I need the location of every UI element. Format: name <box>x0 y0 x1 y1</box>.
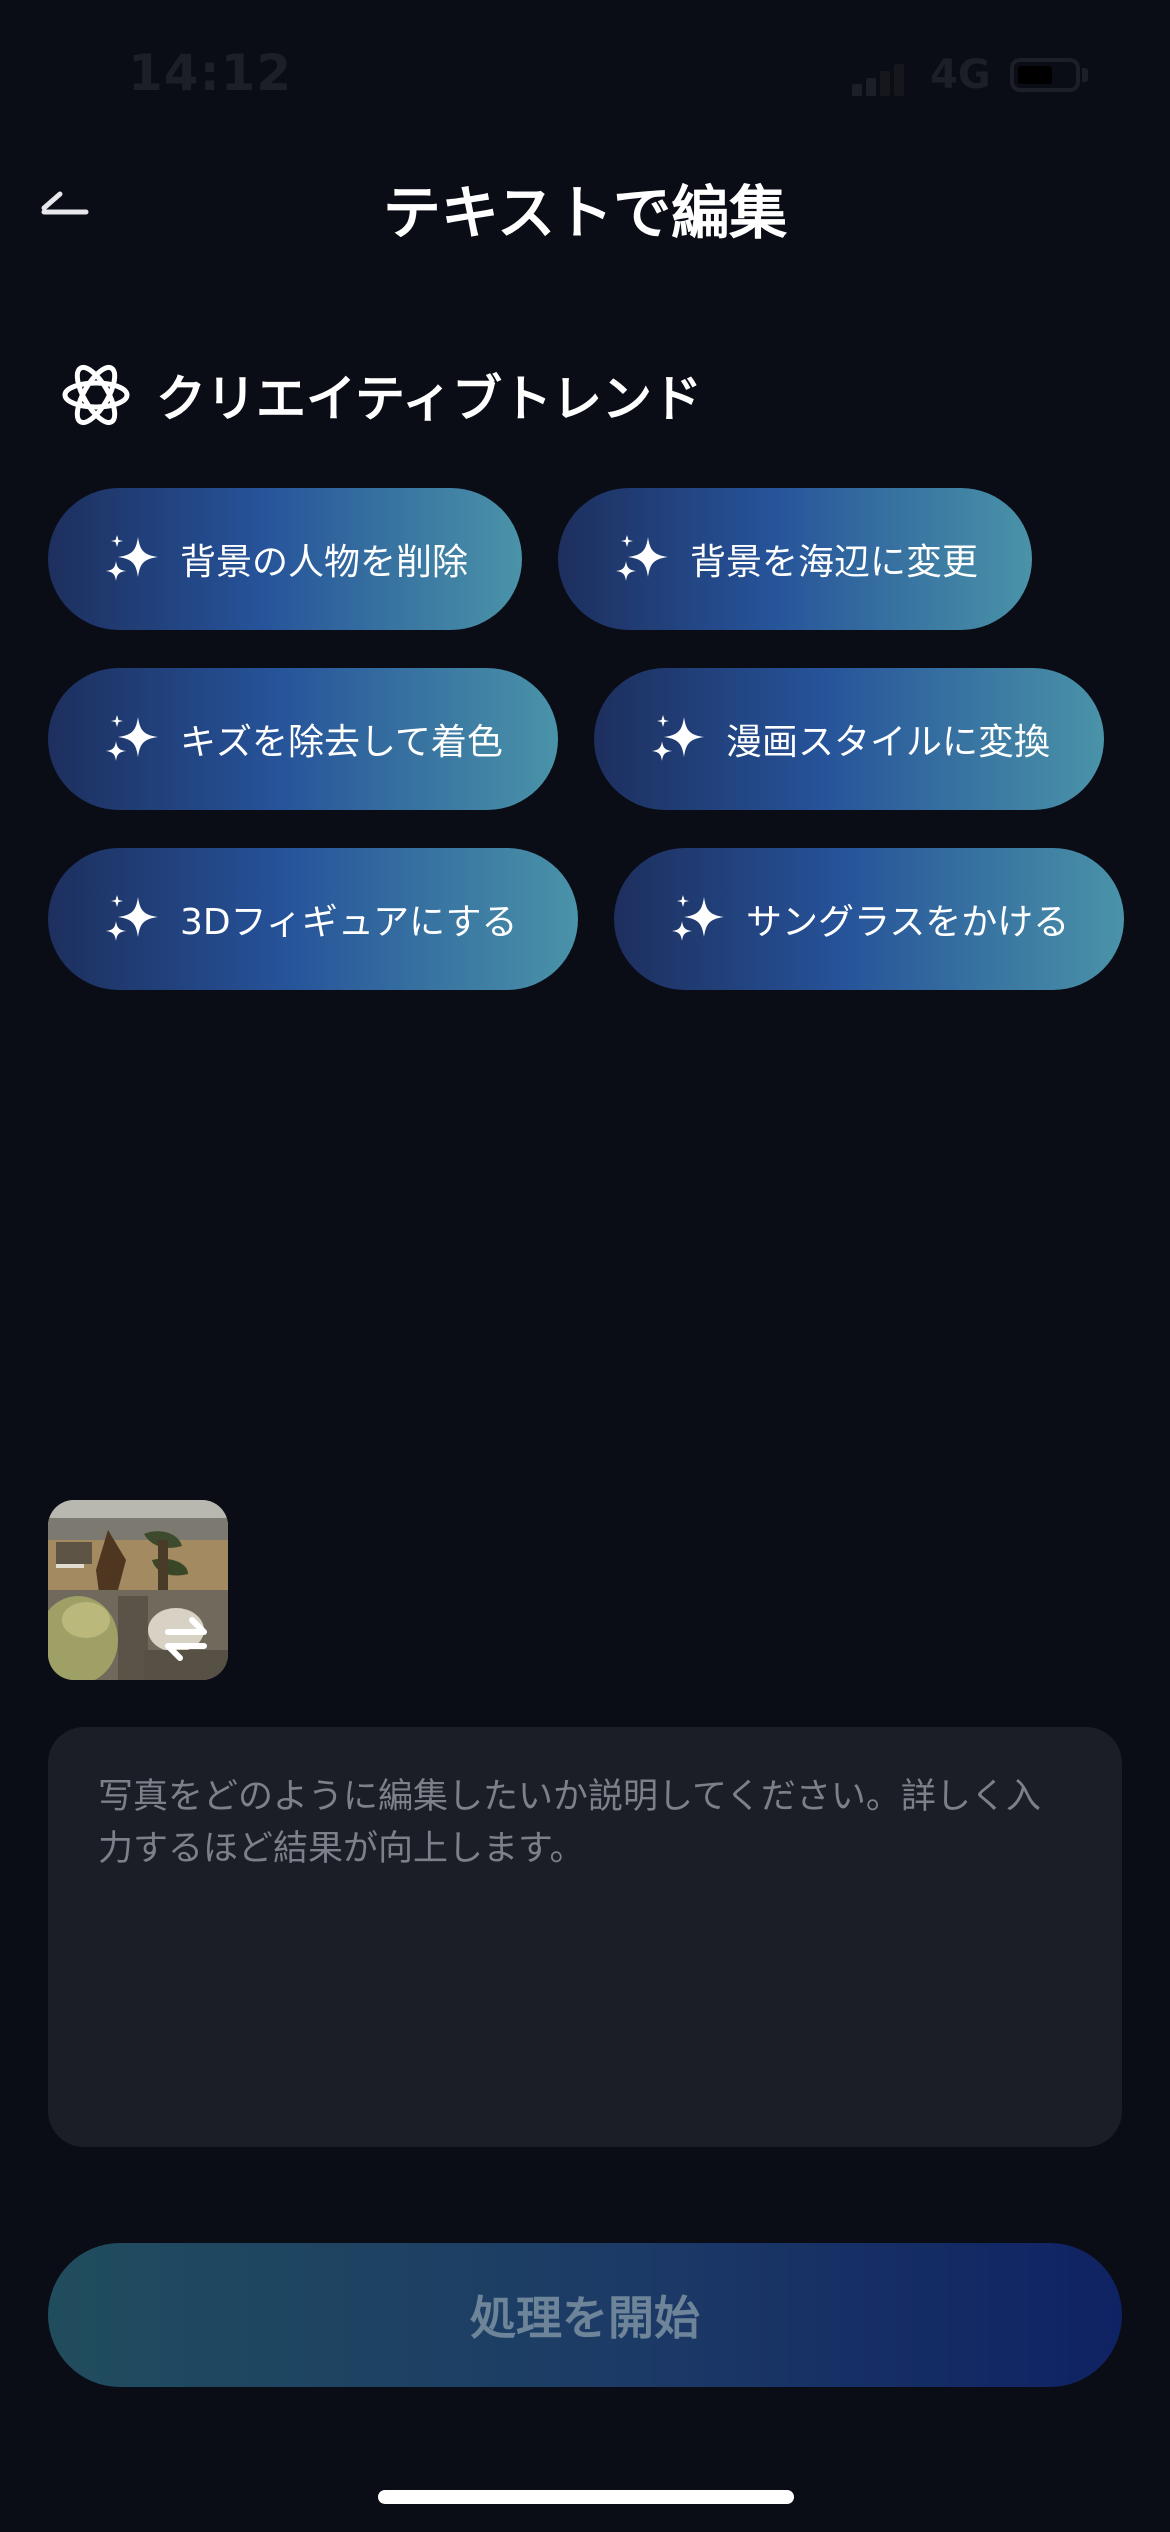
section-title: クリエイティブトレンド <box>156 370 702 428</box>
swap-icon <box>165 1617 207 1661</box>
chip-change-to-beach[interactable]: 背景を海辺に変更 <box>558 488 1032 630</box>
prompt-input[interactable] <box>98 1771 1072 2103</box>
atom-icon <box>62 364 130 426</box>
header: テキストで編集 <box>0 150 1170 260</box>
battery-icon <box>1010 58 1080 92</box>
photo-thumbnail[interactable] <box>48 1500 228 1680</box>
sparkle-icon <box>672 895 724 941</box>
chip-label: 背景の人物を削除 <box>180 542 469 583</box>
sparkle-icon <box>652 715 704 761</box>
chip-make-3d-figure[interactable]: 3Dフィギュアにする <box>48 848 578 990</box>
status-bar: 14:12 4G <box>0 0 1170 150</box>
network-label: 4G <box>930 52 991 98</box>
chip-label: 3Dフィギュアにする <box>180 902 518 943</box>
chip-remove-scratches-colorize[interactable]: キズを除去して着色 <box>48 668 558 810</box>
chip-label: キズを除去して着色 <box>180 722 503 763</box>
start-button-label: 処理を開始 <box>470 2291 700 2345</box>
start-processing-button[interactable]: 処理を開始 <box>48 2243 1122 2387</box>
section-heading: クリエイティブトレンド <box>60 355 702 435</box>
home-indicator <box>378 2490 794 2504</box>
chip-label: 漫画スタイルに変換 <box>726 722 1051 763</box>
status-time: 14:12 <box>128 44 293 102</box>
sparkle-icon <box>106 535 158 581</box>
page-title: テキストで編集 <box>382 179 788 247</box>
chip-label: サングラスをかける <box>746 902 1070 943</box>
signal-icon <box>852 62 912 96</box>
chip-convert-manga-style[interactable]: 漫画スタイルに変換 <box>594 668 1104 810</box>
sparkle-icon <box>106 895 158 941</box>
sparkle-icon <box>616 535 668 581</box>
battery-nub <box>1082 68 1088 82</box>
sparkle-icon <box>106 715 158 761</box>
prompt-box <box>48 1727 1122 2147</box>
chip-add-sunglasses[interactable]: サングラスをかける <box>614 848 1124 990</box>
chip-remove-background-people[interactable]: 背景の人物を削除 <box>48 488 522 630</box>
chip-label: 背景を海辺に変更 <box>690 542 979 583</box>
